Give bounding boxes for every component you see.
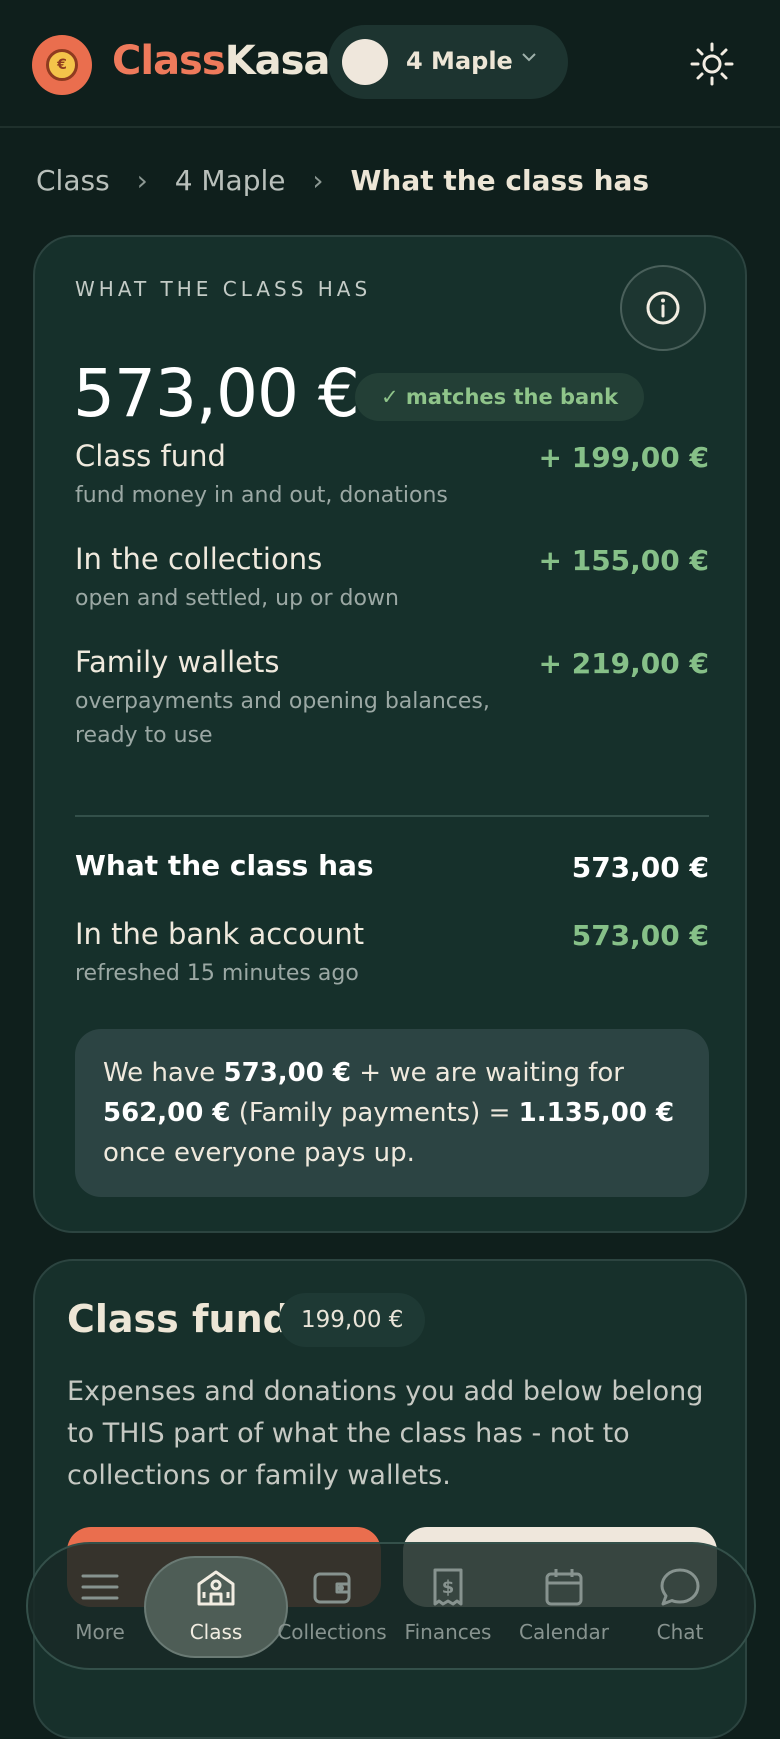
bank-amount: 573,00 € xyxy=(571,919,709,952)
class-fund-amount-badge: 199,00 € xyxy=(279,1293,426,1347)
projection-note: We have 573,00 € + we are waiting for 56… xyxy=(75,1029,709,1197)
note-have-amount: 573,00 € xyxy=(223,1058,351,1088)
what-the-class-has-card: WHAT THE CLASS HAS 573,00 € ✓ matches th… xyxy=(33,235,747,1233)
nav-item-collections[interactable]: Collections xyxy=(274,1544,390,1668)
breadcrumb-item-current: What the class has xyxy=(350,164,650,197)
nav-label: Calendar xyxy=(519,1620,609,1644)
note-text: (Family payments) = xyxy=(230,1098,519,1128)
brand-part-1: Class xyxy=(112,38,226,84)
breadcrumb: Class › 4 Maple › What the class has xyxy=(36,164,649,197)
chevron-right-icon: › xyxy=(312,164,324,197)
matches-bank-badge: ✓ matches the bank xyxy=(355,373,645,421)
breakdown-row-class-fund: Class fund fund money in and out, donati… xyxy=(75,439,709,513)
nav-label: Class xyxy=(189,1620,243,1644)
brand-name: ClassKasa xyxy=(112,38,331,84)
app-header: € ClassKasa 4 Maple xyxy=(0,0,780,128)
class-fund-title: Class fund xyxy=(67,1297,290,1341)
chat-icon xyxy=(660,1568,700,1606)
bank-account-row: In the bank account refreshed 15 minutes… xyxy=(75,917,709,991)
total-amount: 573,00 € xyxy=(73,355,360,432)
nav-label: More xyxy=(75,1620,125,1644)
school-icon xyxy=(197,1570,235,1606)
note-text: We have xyxy=(103,1058,224,1088)
nav-item-chat[interactable]: Chat xyxy=(622,1544,738,1668)
breakdown-row-family-wallets: Family wallets overpayments and opening … xyxy=(75,645,709,753)
total-row-amount: 573,00 € xyxy=(571,851,709,884)
bank-refresh-time: refreshed 15 minutes ago xyxy=(75,961,359,986)
row-amount: + 199,00 € xyxy=(538,441,710,474)
class-selector[interactable]: 4 Maple xyxy=(328,25,568,99)
breadcrumb-item-class[interactable]: Class xyxy=(36,164,110,197)
class-selector-label: 4 Maple xyxy=(406,47,513,75)
note-text: once everyone pays up. xyxy=(103,1138,415,1168)
breakdown-row-collections: In the collections open and settled, up … xyxy=(75,542,709,616)
sun-icon xyxy=(690,42,734,86)
menu-icon xyxy=(81,1574,119,1600)
row-sub: fund money in and out, donations xyxy=(75,483,448,508)
divider xyxy=(75,815,709,817)
brand-part-2: Kasa xyxy=(224,38,331,84)
note-projected-amount: 1.135,00 € xyxy=(518,1098,675,1128)
info-icon xyxy=(646,291,680,325)
nav-label: Collections xyxy=(277,1620,387,1644)
card-kicker: WHAT THE CLASS HAS xyxy=(75,277,372,301)
classkasa-logo-icon[interactable]: € xyxy=(32,35,92,95)
class-avatar xyxy=(342,39,388,85)
what-the-class-has-total-row: What the class has 573,00 € xyxy=(75,849,709,884)
nav-item-calendar[interactable]: Calendar xyxy=(506,1544,622,1668)
note-text: + we are waiting for xyxy=(351,1058,624,1088)
note-waiting-amount: 562,00 € xyxy=(103,1098,231,1128)
receipt-icon: $ xyxy=(433,1568,463,1606)
theme-toggle-button[interactable] xyxy=(688,40,736,88)
nav-item-class[interactable]: Class xyxy=(158,1544,274,1668)
nav-item-finances[interactable]: $ Finances xyxy=(390,1544,506,1668)
class-fund-description: Expenses and donations you add below bel… xyxy=(67,1376,704,1491)
coin-icon: € xyxy=(46,49,78,81)
row-sub: open and settled, up or down xyxy=(75,586,399,611)
calendar-icon xyxy=(545,1569,583,1606)
bottom-navigation: More Class Collections $ Finances Calend… xyxy=(26,1542,756,1670)
breadcrumb-item-4-maple[interactable]: 4 Maple xyxy=(175,164,286,197)
chevron-down-icon xyxy=(520,47,538,71)
info-button[interactable] xyxy=(620,265,706,351)
row-sub: overpayments and opening balances, ready… xyxy=(75,689,490,748)
nav-label: Chat xyxy=(656,1620,704,1644)
row-amount: + 219,00 € xyxy=(538,647,710,680)
chevron-right-icon: › xyxy=(136,164,148,197)
nav-item-more[interactable]: More xyxy=(42,1544,158,1668)
svg-text:$: $ xyxy=(442,1577,455,1598)
row-amount: + 155,00 € xyxy=(538,544,710,577)
nav-label: Finances xyxy=(404,1620,492,1644)
wallet-icon xyxy=(313,1572,351,1604)
